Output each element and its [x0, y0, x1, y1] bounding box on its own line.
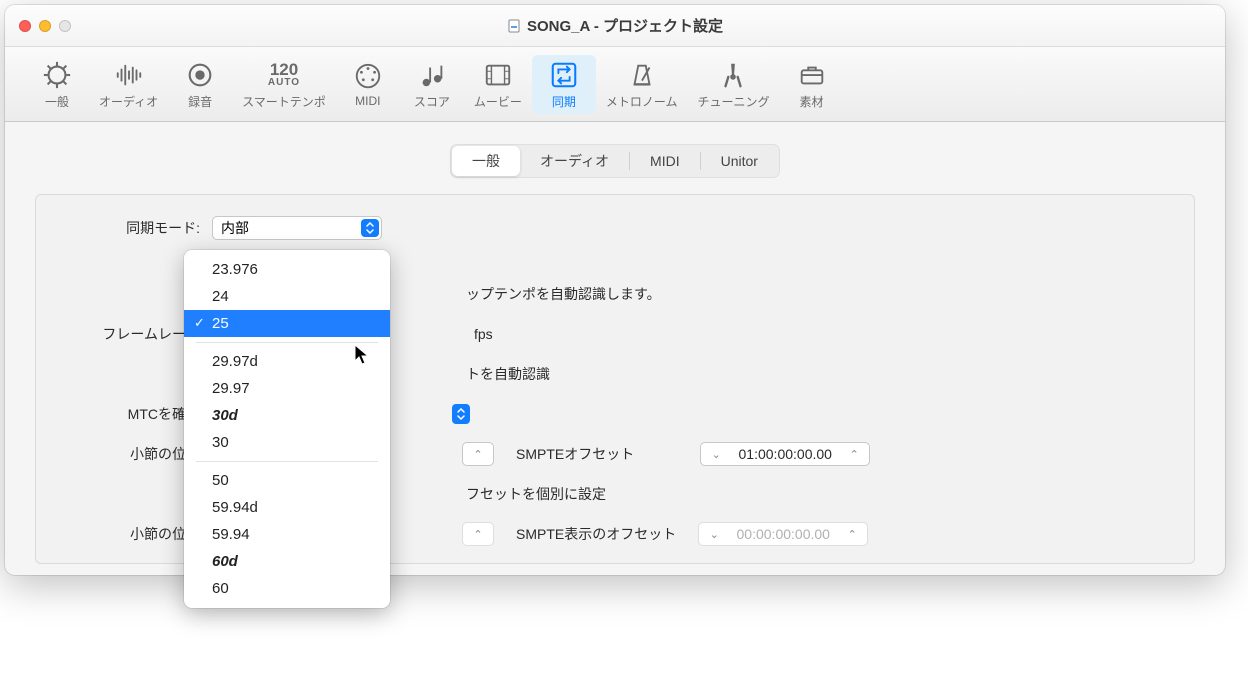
document-icon: [507, 19, 521, 33]
fps-option-30d[interactable]: 30d: [184, 402, 390, 429]
titlebar: SONG_A - プロジェクト設定: [5, 5, 1225, 47]
toolbar-midi[interactable]: MIDI: [336, 56, 400, 112]
toolbar-label: 録音: [188, 93, 212, 110]
bar-position-2-stepper-arrows: ⌃: [462, 522, 494, 546]
menu-separator: [196, 461, 378, 462]
toolbar-general[interactable]: 一般: [25, 55, 89, 114]
fps-option-50[interactable]: 50: [184, 467, 390, 494]
bar-position-label: 小節の位置: [60, 444, 200, 464]
fps-option-59.94d[interactable]: 59.94d: [184, 494, 390, 521]
toolbar-label: ムービー: [474, 93, 522, 110]
mtc-popup-arrows-icon[interactable]: [452, 404, 470, 424]
tap-tempo-text: ップテンポを自動認識します。: [466, 284, 661, 304]
smpte-display-offset-stepper: ⌄ 00:00:00:00.00 ⌃: [698, 522, 868, 546]
bar-position-stepper-arrows[interactable]: ⌃: [462, 442, 494, 466]
auto-detect-text: トを自動認識: [466, 364, 550, 384]
smpte-offset-stepper[interactable]: ⌄ 01:00:00:00.00 ⌃: [700, 442, 870, 466]
toolbar: 一般 オーディオ 録音 120AUTO スマートテンポ MIDI スコア ムービー 同期 メトロノ…: [5, 47, 1225, 122]
fps-option-60[interactable]: 60: [184, 575, 390, 602]
fps-option-25[interactable]: 25: [184, 310, 390, 337]
smpte-display-offset-label: SMPTE表示のオフセット: [516, 524, 676, 544]
bar-position-label-2: 小節の位置: [60, 524, 200, 544]
smpte-offset-value: 01:00:00:00.00: [725, 446, 845, 462]
toolbar-tuning[interactable]: チューニング: [687, 55, 779, 114]
mtc-label: MTCを確認: [60, 404, 200, 424]
score-icon: [414, 59, 450, 91]
toolbar-label: スコア: [414, 93, 450, 110]
fps-option-23.976[interactable]: 23.976: [184, 256, 390, 283]
sync-mode-popup[interactable]: 内部: [212, 216, 382, 240]
fps-option-60d[interactable]: 60d: [184, 548, 390, 575]
toolbar-sync[interactable]: 同期: [532, 55, 596, 114]
record-icon: [182, 59, 218, 91]
toolbar-label: メトロノーム: [606, 93, 678, 110]
frame-rate-dropdown-menu[interactable]: 23.976242529.97d29.9730d305059.94d59.946…: [184, 250, 390, 608]
general-icon: [39, 59, 75, 91]
segmented-control: 一般オーディオMIDIUnitor: [35, 144, 1195, 178]
toolbar-score[interactable]: スコア: [400, 55, 464, 114]
sync-mode-value: 内部: [221, 218, 249, 238]
chevron-down-icon[interactable]: ⌄: [707, 448, 725, 461]
offset-separate-text: フセットを個別に設定: [466, 484, 606, 504]
window-title: SONG_A - プロジェクト設定: [5, 15, 1225, 36]
tab-MIDI[interactable]: MIDI: [630, 146, 700, 176]
frame-rate-label: フレームレート: [60, 324, 200, 344]
tab-Unitor[interactable]: Unitor: [701, 146, 778, 176]
toolbar-movie[interactable]: ムービー: [464, 55, 532, 114]
fps-option-30[interactable]: 30: [184, 429, 390, 456]
toolbar-label: 一般: [45, 93, 69, 110]
chevron-up-icon[interactable]: ⌃: [845, 448, 863, 461]
fps-suffix: fps: [474, 326, 493, 342]
fps-option-24[interactable]: 24: [184, 283, 390, 310]
menu-separator: [196, 342, 378, 343]
fps-option-29.97d[interactable]: 29.97d: [184, 348, 390, 375]
sync-icon: [546, 59, 582, 91]
toolbar-metronome[interactable]: メトロノーム: [596, 55, 688, 114]
tuning-icon: [715, 59, 751, 91]
smpte-display-offset-value: 00:00:00:00.00: [723, 526, 843, 542]
audio-icon: [111, 59, 147, 91]
toolbar-label: 素材: [799, 93, 823, 110]
toolbar-assets[interactable]: 素材: [780, 55, 844, 114]
toolbar-smarttempo[interactable]: 120AUTO スマートテンポ: [232, 55, 336, 114]
assets-icon: [794, 59, 830, 91]
tab-オーディオ[interactable]: オーディオ: [520, 146, 629, 176]
midi-icon: [350, 60, 386, 92]
toolbar-label: チューニング: [697, 93, 769, 110]
movie-icon: [480, 59, 516, 91]
smarttempo-icon: 120AUTO: [266, 59, 302, 91]
toolbar-label: オーディオ: [99, 93, 158, 110]
toolbar-record[interactable]: 録音: [168, 55, 232, 114]
toolbar-audio[interactable]: オーディオ: [89, 55, 168, 114]
toolbar-label: MIDI: [355, 94, 380, 108]
tab-一般[interactable]: 一般: [452, 146, 520, 176]
sync-mode-label: 同期モード:: [60, 218, 200, 238]
toolbar-label: スマートテンポ: [242, 93, 326, 110]
fps-option-59.94[interactable]: 59.94: [184, 521, 390, 548]
fps-option-29.97[interactable]: 29.97: [184, 375, 390, 402]
popup-arrows-icon: [361, 219, 379, 237]
toolbar-label: 同期: [552, 93, 576, 110]
metronome-icon: [624, 59, 660, 91]
smpte-offset-label: SMPTEオフセット: [516, 444, 634, 464]
